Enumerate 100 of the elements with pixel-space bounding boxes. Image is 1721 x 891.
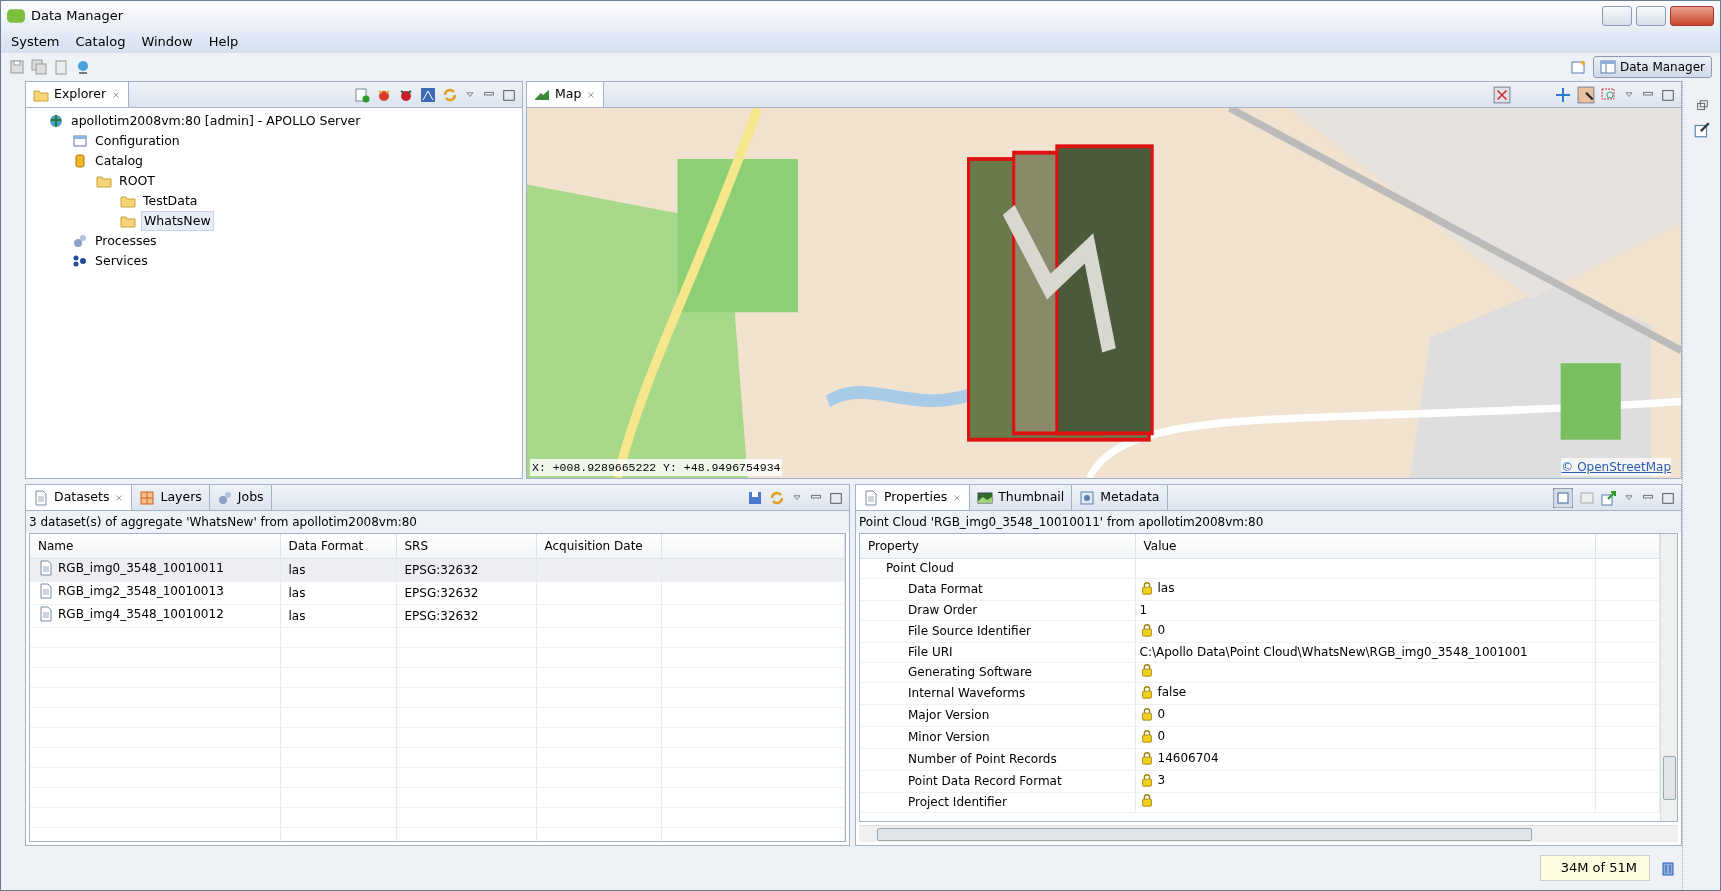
menu-item[interactable]: Help — [202, 31, 245, 53]
table-cell-text: las — [1157, 579, 1175, 597]
globe-icon[interactable] — [75, 59, 91, 75]
table-cell: EPSG:32632 — [404, 608, 479, 623]
view-tab[interactable]: Jobs — [209, 485, 272, 510]
view-tab[interactable]: Explorer — [26, 82, 130, 107]
tree-item[interactable]: TestData — [141, 191, 200, 211]
table-cell: Internal Waveforms — [908, 686, 1026, 700]
database-icon — [72, 153, 88, 169]
view-tab[interactable]: Map — [527, 82, 605, 107]
menu-item[interactable]: System — [5, 31, 66, 53]
maximize-icon[interactable] — [1661, 490, 1675, 505]
close-icon[interactable] — [114, 492, 125, 503]
menu-item[interactable]: Window — [135, 31, 199, 53]
close-icon[interactable] — [952, 492, 963, 503]
tree-item[interactable]: ROOT — [117, 171, 157, 191]
table-cell: File Source Identifier — [908, 624, 1031, 638]
view-tab[interactable]: Properties — [856, 485, 971, 510]
table-row[interactable]: RGB_img4_3548_10010012 las EPSG:32632 — [30, 604, 845, 627]
table-row[interactable]: RGB_img0_3548_10010011 las EPSG:32632 — [30, 558, 845, 581]
folder-icon — [120, 193, 136, 209]
scrollbar[interactable] — [1660, 534, 1677, 821]
table-cell-text: RGB_img4_3548_10010012 — [58, 605, 224, 623]
maximize-icon[interactable] — [829, 490, 843, 505]
column-header[interactable]: Name — [30, 534, 280, 558]
document-icon — [38, 582, 54, 599]
table-cell-text: 0 — [1157, 705, 1166, 723]
table-cell: Generating Software — [908, 665, 1032, 679]
tree-view-icon[interactable] — [1553, 487, 1573, 508]
tree-item[interactable]: Processes — [93, 231, 159, 251]
add-icon[interactable] — [354, 86, 370, 103]
maximize-icon[interactable] — [502, 87, 516, 102]
dots-icon — [72, 253, 88, 269]
refresh-icon[interactable] — [769, 489, 785, 506]
column-header[interactable]: Property — [860, 534, 1135, 558]
maximize-icon[interactable] — [1661, 87, 1675, 102]
zoom-box-icon[interactable] — [1601, 86, 1617, 103]
close-button[interactable] — [1670, 6, 1714, 26]
document-icon — [33, 489, 49, 506]
minimize-button[interactable] — [1602, 6, 1632, 26]
pan-icon[interactable] — [1555, 86, 1571, 103]
caption-text: Point Cloud 'RGB_img0_3548_10010011' from apollotim2008vm:80 — [856, 511, 1681, 533]
refresh-icon[interactable] — [442, 86, 458, 103]
table-cell-text: 0 — [1157, 621, 1166, 639]
document-icon — [38, 605, 54, 622]
table-cell-text: false — [1157, 683, 1187, 701]
table-cell: Number of Point Records — [908, 752, 1057, 766]
folder-icon — [96, 173, 112, 189]
view-tab[interactable]: Thumbnail — [970, 485, 1073, 510]
tree-item[interactable]: apollotim2008vm:80 [admin] - APOLLO Server — [69, 111, 363, 131]
network-icon[interactable] — [420, 86, 436, 103]
lock-icon — [1139, 580, 1154, 595]
table-cell: las — [288, 585, 306, 600]
view-tab[interactable]: Datasets — [26, 485, 133, 510]
select-icon[interactable] — [1577, 85, 1595, 104]
document-icon — [863, 489, 879, 506]
menu-item[interactable]: Catalog — [69, 31, 132, 53]
tree-item[interactable]: WhatsNew — [141, 210, 214, 232]
lock-icon — [1139, 662, 1154, 677]
column-header[interactable]: SRS — [396, 534, 536, 558]
window-icon — [1599, 59, 1616, 75]
view-tab[interactable]: Layers — [132, 485, 210, 510]
restore-icon[interactable] — [1694, 99, 1709, 113]
tree-item[interactable]: Services — [93, 251, 150, 271]
grid-icon — [139, 489, 156, 506]
maximize-button[interactable] — [1636, 6, 1666, 26]
save-icon[interactable] — [9, 59, 25, 75]
close-icon[interactable] — [586, 89, 597, 100]
view-tab[interactable]: Metadata — [1072, 485, 1168, 510]
table-cell: File URI — [908, 645, 953, 659]
perspective-button[interactable]: Data Manager — [1592, 56, 1712, 78]
column-header[interactable]: Data Format — [280, 534, 396, 558]
folder-icon — [120, 213, 136, 229]
table-cell-text: 14606704 — [1157, 749, 1219, 767]
table-cell: Point Data Record Format — [908, 774, 1062, 788]
save-all-icon[interactable] — [31, 59, 47, 75]
open-perspective-icon[interactable] — [1570, 59, 1587, 75]
tree-item[interactable]: Configuration — [93, 131, 182, 151]
edit-icon[interactable] — [1692, 121, 1711, 139]
tree-item[interactable]: Catalog — [93, 151, 145, 171]
export-icon[interactable] — [1601, 489, 1617, 506]
table-cell: EPSG:32632 — [404, 562, 479, 577]
clear-selection-icon[interactable] — [1493, 85, 1511, 104]
document-icon — [38, 559, 54, 576]
attribution-link[interactable]: © OpenStreetMap — [1561, 458, 1671, 476]
lock-icon — [1139, 772, 1154, 787]
scrollbar[interactable] — [859, 825, 1678, 842]
window-icon — [72, 133, 88, 149]
column-header[interactable]: Acquisition Date — [536, 534, 661, 558]
column-header[interactable]: Value — [1135, 534, 1595, 558]
table-cell: Data Format — [908, 582, 983, 596]
table-cell: Point Cloud — [886, 561, 954, 575]
save-icon[interactable] — [747, 489, 763, 506]
table-cell-text: 3 — [1157, 771, 1166, 789]
close-icon[interactable] — [111, 89, 122, 100]
lock-icon — [1139, 684, 1154, 699]
table-row[interactable]: RGB_img2_3548_10010013 las EPSG:32632 — [30, 581, 845, 604]
caption-text: 3 dataset(s) of aggregate 'WhatsNew' from apollotim2008vm:80 — [26, 511, 849, 533]
table-cell-text: C:\Apollo Data\Point Cloud\WhatsNew\RGB_img0_3548_1001001 — [1139, 644, 1528, 661]
table-cell-text: 1 — [1139, 602, 1148, 619]
